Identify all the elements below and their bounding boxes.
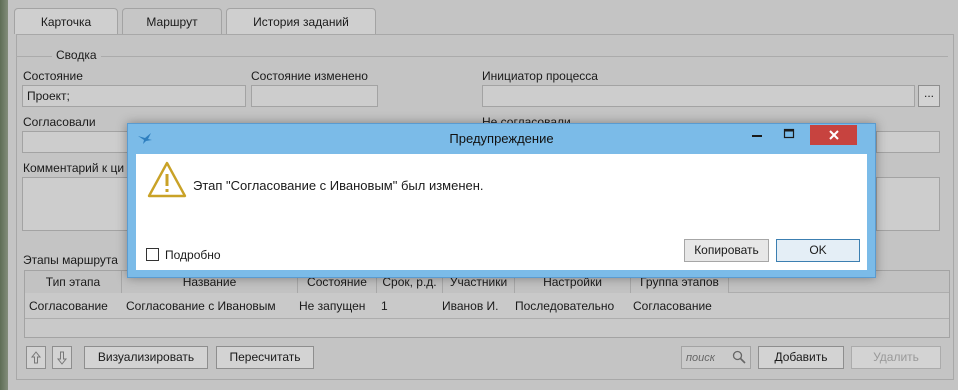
stages-label: Этапы маршрута	[23, 253, 118, 267]
cell-state[interactable]: Не запущен	[299, 297, 375, 315]
details-checkbox[interactable]	[146, 248, 159, 261]
recalculate-button[interactable]: Пересчитать	[216, 346, 314, 369]
dialog-body: Этап "Согласование с Ивановым" был измен…	[136, 154, 867, 270]
maximize-button[interactable]	[774, 125, 804, 145]
state-label: Состояние	[23, 69, 83, 83]
arrow-down-icon	[56, 351, 68, 365]
search-placeholder: поиск	[686, 352, 715, 364]
dialog-message: Этап "Согласование с Ивановым" был измен…	[193, 178, 484, 193]
arrow-up-icon	[30, 351, 42, 364]
stages-table: Тип этапа Название Состояние Срок, р.д. …	[24, 270, 950, 338]
tab-task-history[interactable]: История заданий	[226, 8, 376, 34]
maximize-icon	[783, 128, 795, 139]
col-stage-type[interactable]: Тип этапа	[25, 271, 122, 293]
not-approved-field[interactable]	[876, 131, 940, 153]
search-input[interactable]: поиск	[681, 346, 751, 369]
comment-field-right[interactable]	[876, 177, 940, 231]
initiator-field[interactable]	[482, 85, 915, 107]
approved-field[interactable]	[22, 131, 142, 153]
comment-field[interactable]	[22, 177, 142, 231]
summary-divider	[16, 56, 948, 57]
cell-stage-group[interactable]: Согласование	[633, 297, 729, 315]
state-field[interactable]: Проект;	[22, 85, 246, 107]
summary-title: Сводка	[52, 48, 101, 62]
warning-icon	[147, 161, 187, 198]
move-down-button[interactable]	[52, 346, 72, 369]
dialog-titlebar[interactable]: Предупреждение	[128, 124, 875, 153]
cell-participants[interactable]: Иванов И.	[442, 297, 514, 315]
initiator-browse-button[interactable]: ...	[918, 85, 940, 107]
move-up-button[interactable]	[26, 346, 46, 369]
add-button[interactable]: Добавить	[758, 346, 844, 369]
state-changed-field[interactable]	[251, 85, 378, 107]
ok-button[interactable]: OK	[776, 239, 860, 262]
details-label: Подробно	[165, 248, 221, 262]
cell-stage-type[interactable]: Согласование	[29, 297, 119, 315]
row-divider	[25, 318, 949, 319]
close-icon	[828, 130, 839, 140]
minimize-button[interactable]	[742, 125, 772, 145]
search-icon[interactable]	[732, 350, 746, 364]
visualize-button[interactable]: Визуализировать	[84, 346, 208, 369]
cell-deadline[interactable]: 1	[381, 297, 441, 315]
tab-route[interactable]: Маршрут	[122, 8, 222, 36]
cell-settings[interactable]: Последовательно	[515, 297, 631, 315]
copy-button[interactable]: Копировать	[684, 239, 769, 262]
comment-label: Комментарий к ци	[23, 161, 125, 175]
state-changed-label: Состояние изменено	[251, 69, 368, 83]
initiator-label: Инициатор процесса	[482, 69, 598, 83]
minimize-icon	[752, 135, 762, 137]
delete-button[interactable]: Удалить	[851, 346, 941, 369]
approved-label: Согласовали	[23, 115, 96, 129]
warning-dialog: Предупреждение Этап "Согласование с Иван…	[127, 123, 876, 278]
close-button[interactable]	[810, 125, 857, 145]
tab-card[interactable]: Карточка	[14, 8, 118, 34]
cell-name[interactable]: Согласование с Ивановым	[126, 297, 296, 315]
